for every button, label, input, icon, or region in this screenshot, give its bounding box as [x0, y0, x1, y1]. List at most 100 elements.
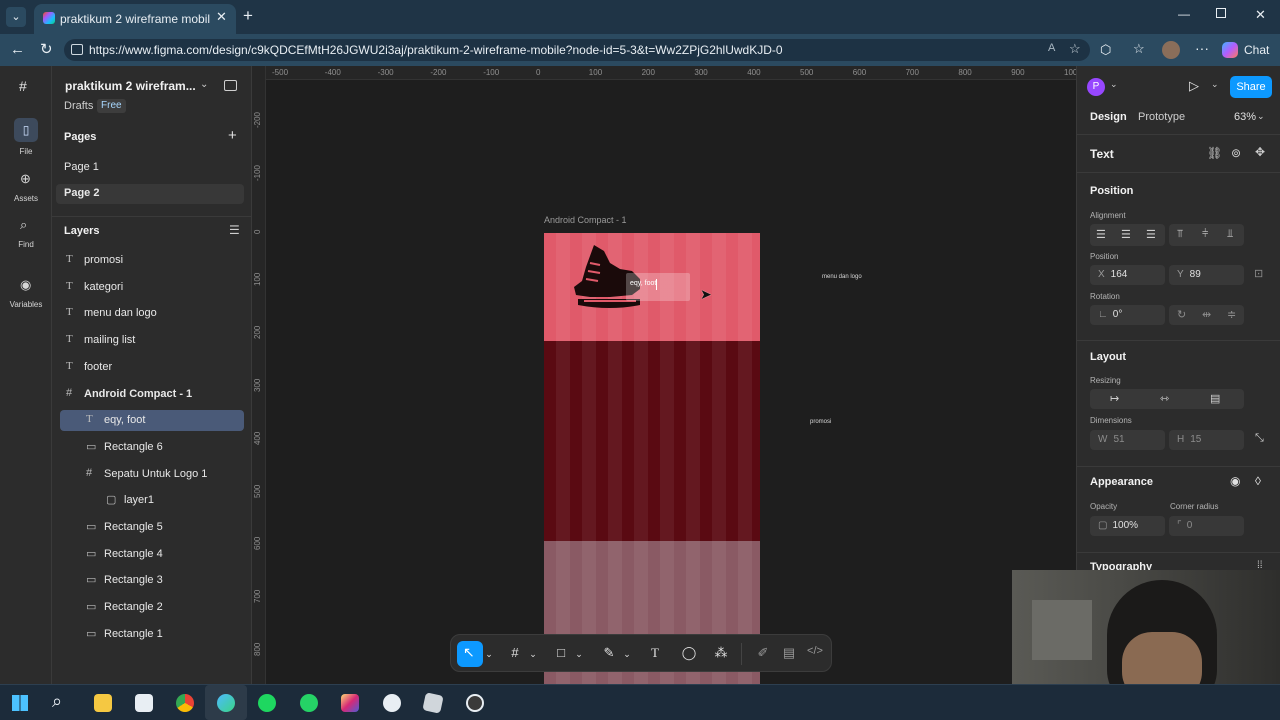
zoom-level[interactable]: 63%	[1234, 111, 1256, 123]
file-menu-chevron-icon[interactable]: ⌄	[200, 79, 208, 90]
minimize-icon[interactable]: —	[1178, 7, 1190, 21]
draw-mode-icon[interactable]: ✐	[751, 645, 775, 665]
user-avatar[interactable]: P	[1087, 78, 1105, 96]
frame-label[interactable]: Android Compact - 1	[544, 215, 627, 225]
opacity-field[interactable]: ▢ 100%	[1090, 516, 1165, 536]
design-mode-icon[interactable]: ▤	[777, 645, 801, 665]
rotation-field[interactable]: ∟ 0°	[1090, 305, 1165, 325]
component-icon[interactable]: ✥	[1255, 145, 1265, 159]
align-bottom-icon[interactable]: ⫫	[1227, 228, 1233, 241]
multiplayer-chevron-icon[interactable]: ⌄	[1110, 79, 1118, 90]
profile-avatar[interactable]	[1162, 41, 1180, 59]
visibility-eye-icon[interactable]: ◉	[1230, 474, 1240, 488]
layer-row[interactable]: Teqy, foot	[60, 410, 244, 432]
align-center-icon[interactable]: ☰	[1121, 228, 1131, 241]
floating-text-promosi[interactable]: promosi	[810, 419, 831, 425]
x-position-field[interactable]: X 164	[1090, 265, 1165, 285]
tab-list-icon[interactable]: ⌄	[6, 7, 26, 27]
figma-menu-icon[interactable]: #	[19, 78, 27, 94]
align-top-icon[interactable]: ⫪	[1177, 228, 1183, 241]
chrome-icon[interactable]	[176, 694, 194, 712]
rectangle-tool-icon[interactable]: □	[549, 645, 573, 665]
recorder-icon[interactable]	[466, 694, 484, 712]
layer-row[interactable]: ▭ Rectangle 3	[60, 570, 244, 591]
close-window-icon[interactable]: ✕	[1255, 7, 1266, 23]
floating-text-menu[interactable]: menu dan logo	[822, 274, 862, 280]
layer-row[interactable]: # Android Compact - 1	[60, 384, 244, 405]
favorites-icon[interactable]: ☆	[1133, 41, 1145, 57]
align-left-icon[interactable]: ☰	[1096, 228, 1106, 241]
move-tool-button[interactable]: ↖	[457, 641, 483, 667]
share-button[interactable]: Share	[1230, 76, 1272, 98]
actions-tool-icon[interactable]: ⁂	[709, 645, 733, 665]
align-right-icon[interactable]: ☰	[1146, 228, 1156, 241]
fixed-size-icon[interactable]: ▤	[1210, 392, 1220, 405]
new-tab-icon[interactable]: +	[243, 6, 253, 26]
pen-tool-icon[interactable]: ✎	[597, 645, 621, 665]
auto-height-icon[interactable]: ⇿	[1160, 392, 1169, 405]
rail-item-assets[interactable]: ⊕ Assets	[0, 168, 52, 208]
frame-tool-icon[interactable]: #	[503, 645, 527, 665]
layers-list-icon[interactable]: ☰	[229, 223, 240, 237]
xbox-icon[interactable]	[383, 694, 401, 712]
auto-width-icon[interactable]: ↦	[1110, 392, 1119, 405]
height-field[interactable]: H 15	[1169, 430, 1244, 450]
back-icon[interactable]: ←	[10, 41, 25, 58]
pen-dropdown-chevron-icon[interactable]: ⌄	[621, 649, 633, 669]
file-explorer-icon[interactable]	[94, 694, 112, 712]
url-field[interactable]: https://www.figma.com/design/c9kQDCEfMtH…	[64, 39, 1090, 61]
whatsapp-icon[interactable]	[300, 694, 318, 712]
copilot-chat-button[interactable]: Chat	[1219, 39, 1275, 61]
site-info-icon[interactable]	[71, 44, 83, 55]
page-item-active[interactable]: Page 2	[56, 184, 244, 204]
spotify-icon[interactable]	[258, 694, 276, 712]
layer-row[interactable]: Tfooter	[60, 357, 244, 378]
rail-item-find[interactable]: ⌕ Find	[0, 216, 52, 256]
tab-design[interactable]: Design	[1090, 111, 1127, 123]
layer-row[interactable]: # Sepatu Untuk Logo 1	[60, 464, 244, 485]
shape-dropdown-chevron-icon[interactable]: ⌄	[573, 649, 585, 669]
rail-item-file[interactable]: ▯ File	[0, 118, 52, 158]
y-position-field[interactable]: Y 89	[1169, 265, 1244, 285]
width-field[interactable]: W 51	[1090, 430, 1165, 450]
taskbar-search-icon[interactable]: ⌕	[52, 691, 62, 712]
layer-row[interactable]: ▭ Rectangle 5	[60, 517, 244, 538]
tab-prototype[interactable]: Prototype	[1138, 111, 1185, 123]
text-edit-box[interactable]: eqy, foot	[626, 273, 690, 301]
clip-content-icon[interactable]: ⤡	[1255, 432, 1264, 445]
browser-tab[interactable]: praktikum 2 wireframe mobile – Fi ✕	[34, 4, 236, 34]
flip-vertical-icon[interactable]: ≑	[1227, 308, 1236, 321]
file-name[interactable]: praktikum 2 wirefram...	[65, 79, 196, 93]
roblox-icon[interactable]	[422, 692, 444, 714]
file-location[interactable]: Drafts	[64, 100, 93, 112]
editing-text[interactable]: eqy, foot	[630, 280, 656, 287]
page-item[interactable]: Page 1	[56, 158, 244, 178]
toggle-sidebar-icon[interactable]	[224, 80, 237, 91]
more-menu-icon[interactable]: ···	[1195, 40, 1209, 56]
present-play-icon[interactable]: ▷	[1189, 78, 1199, 94]
rail-item-variables[interactable]: ◉ Variables	[0, 276, 52, 316]
present-chevron-icon[interactable]: ⌄	[1211, 79, 1219, 90]
style-target-icon[interactable]: ⊚	[1231, 146, 1241, 160]
tab-close-icon[interactable]: ✕	[216, 9, 227, 25]
zoom-chevron-icon[interactable]: ⌄	[1257, 111, 1265, 122]
align-middle-icon[interactable]: ⫩	[1202, 228, 1208, 241]
layer-row[interactable]: ▭ Rectangle 1	[60, 624, 244, 645]
flip-horizontal-icon[interactable]: ⇹	[1202, 308, 1211, 321]
frame-dropdown-chevron-icon[interactable]: ⌄	[527, 649, 539, 669]
add-page-icon[interactable]: +	[228, 127, 237, 144]
design-canvas[interactable]: -500 -400 -300 -200 -100 0 100 200 300 400 500 600 7…	[252, 66, 1076, 684]
store-icon[interactable]	[135, 694, 153, 712]
reload-icon[interactable]: ↻	[40, 40, 53, 58]
text-tool-icon[interactable]: T	[643, 645, 667, 665]
layer-row[interactable]: Tkategori	[60, 277, 244, 298]
blend-mode-icon[interactable]: ◊	[1255, 474, 1261, 488]
layer-row[interactable]: ▢ layer1	[60, 490, 244, 511]
windows-start-icon[interactable]	[12, 695, 28, 711]
layer-row[interactable]: ▭ Rectangle 2	[60, 597, 244, 618]
link-icon[interactable]: ⛓	[1207, 146, 1222, 160]
move-dropdown-chevron-icon[interactable]: ⌄	[483, 649, 495, 669]
extensions-icon[interactable]: ⬡	[1100, 42, 1111, 58]
layer-row[interactable]: Tmailing list	[60, 330, 244, 351]
maximize-icon[interactable]	[1216, 8, 1226, 18]
